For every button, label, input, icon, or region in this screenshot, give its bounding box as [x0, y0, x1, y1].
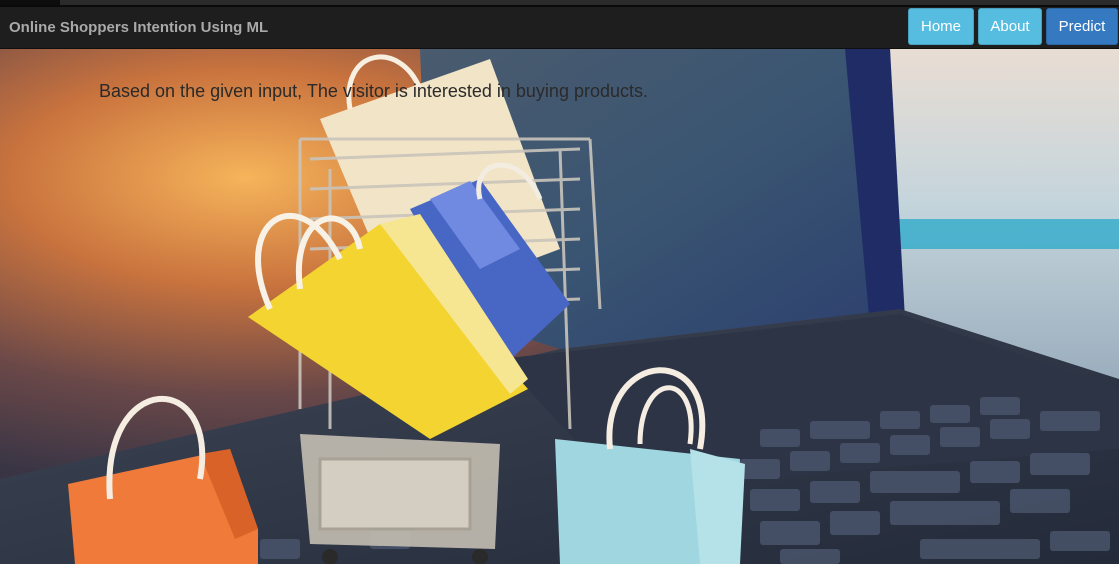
home-button[interactable]: Home — [908, 8, 974, 45]
about-button[interactable]: About — [978, 8, 1042, 45]
hero-background: Based on the given input, The visitor is… — [0, 49, 1119, 564]
shopping-scene-image — [0, 49, 1119, 564]
navbar-brand[interactable]: Online Shoppers Intention Using ML — [9, 19, 268, 36]
predict-button[interactable]: Predict — [1046, 8, 1118, 45]
browser-top-strip — [0, 0, 1119, 7]
prediction-result-text: Based on the given input, The visitor is… — [99, 81, 648, 101]
navbar: Online Shoppers Intention Using ML Home … — [0, 7, 1119, 49]
